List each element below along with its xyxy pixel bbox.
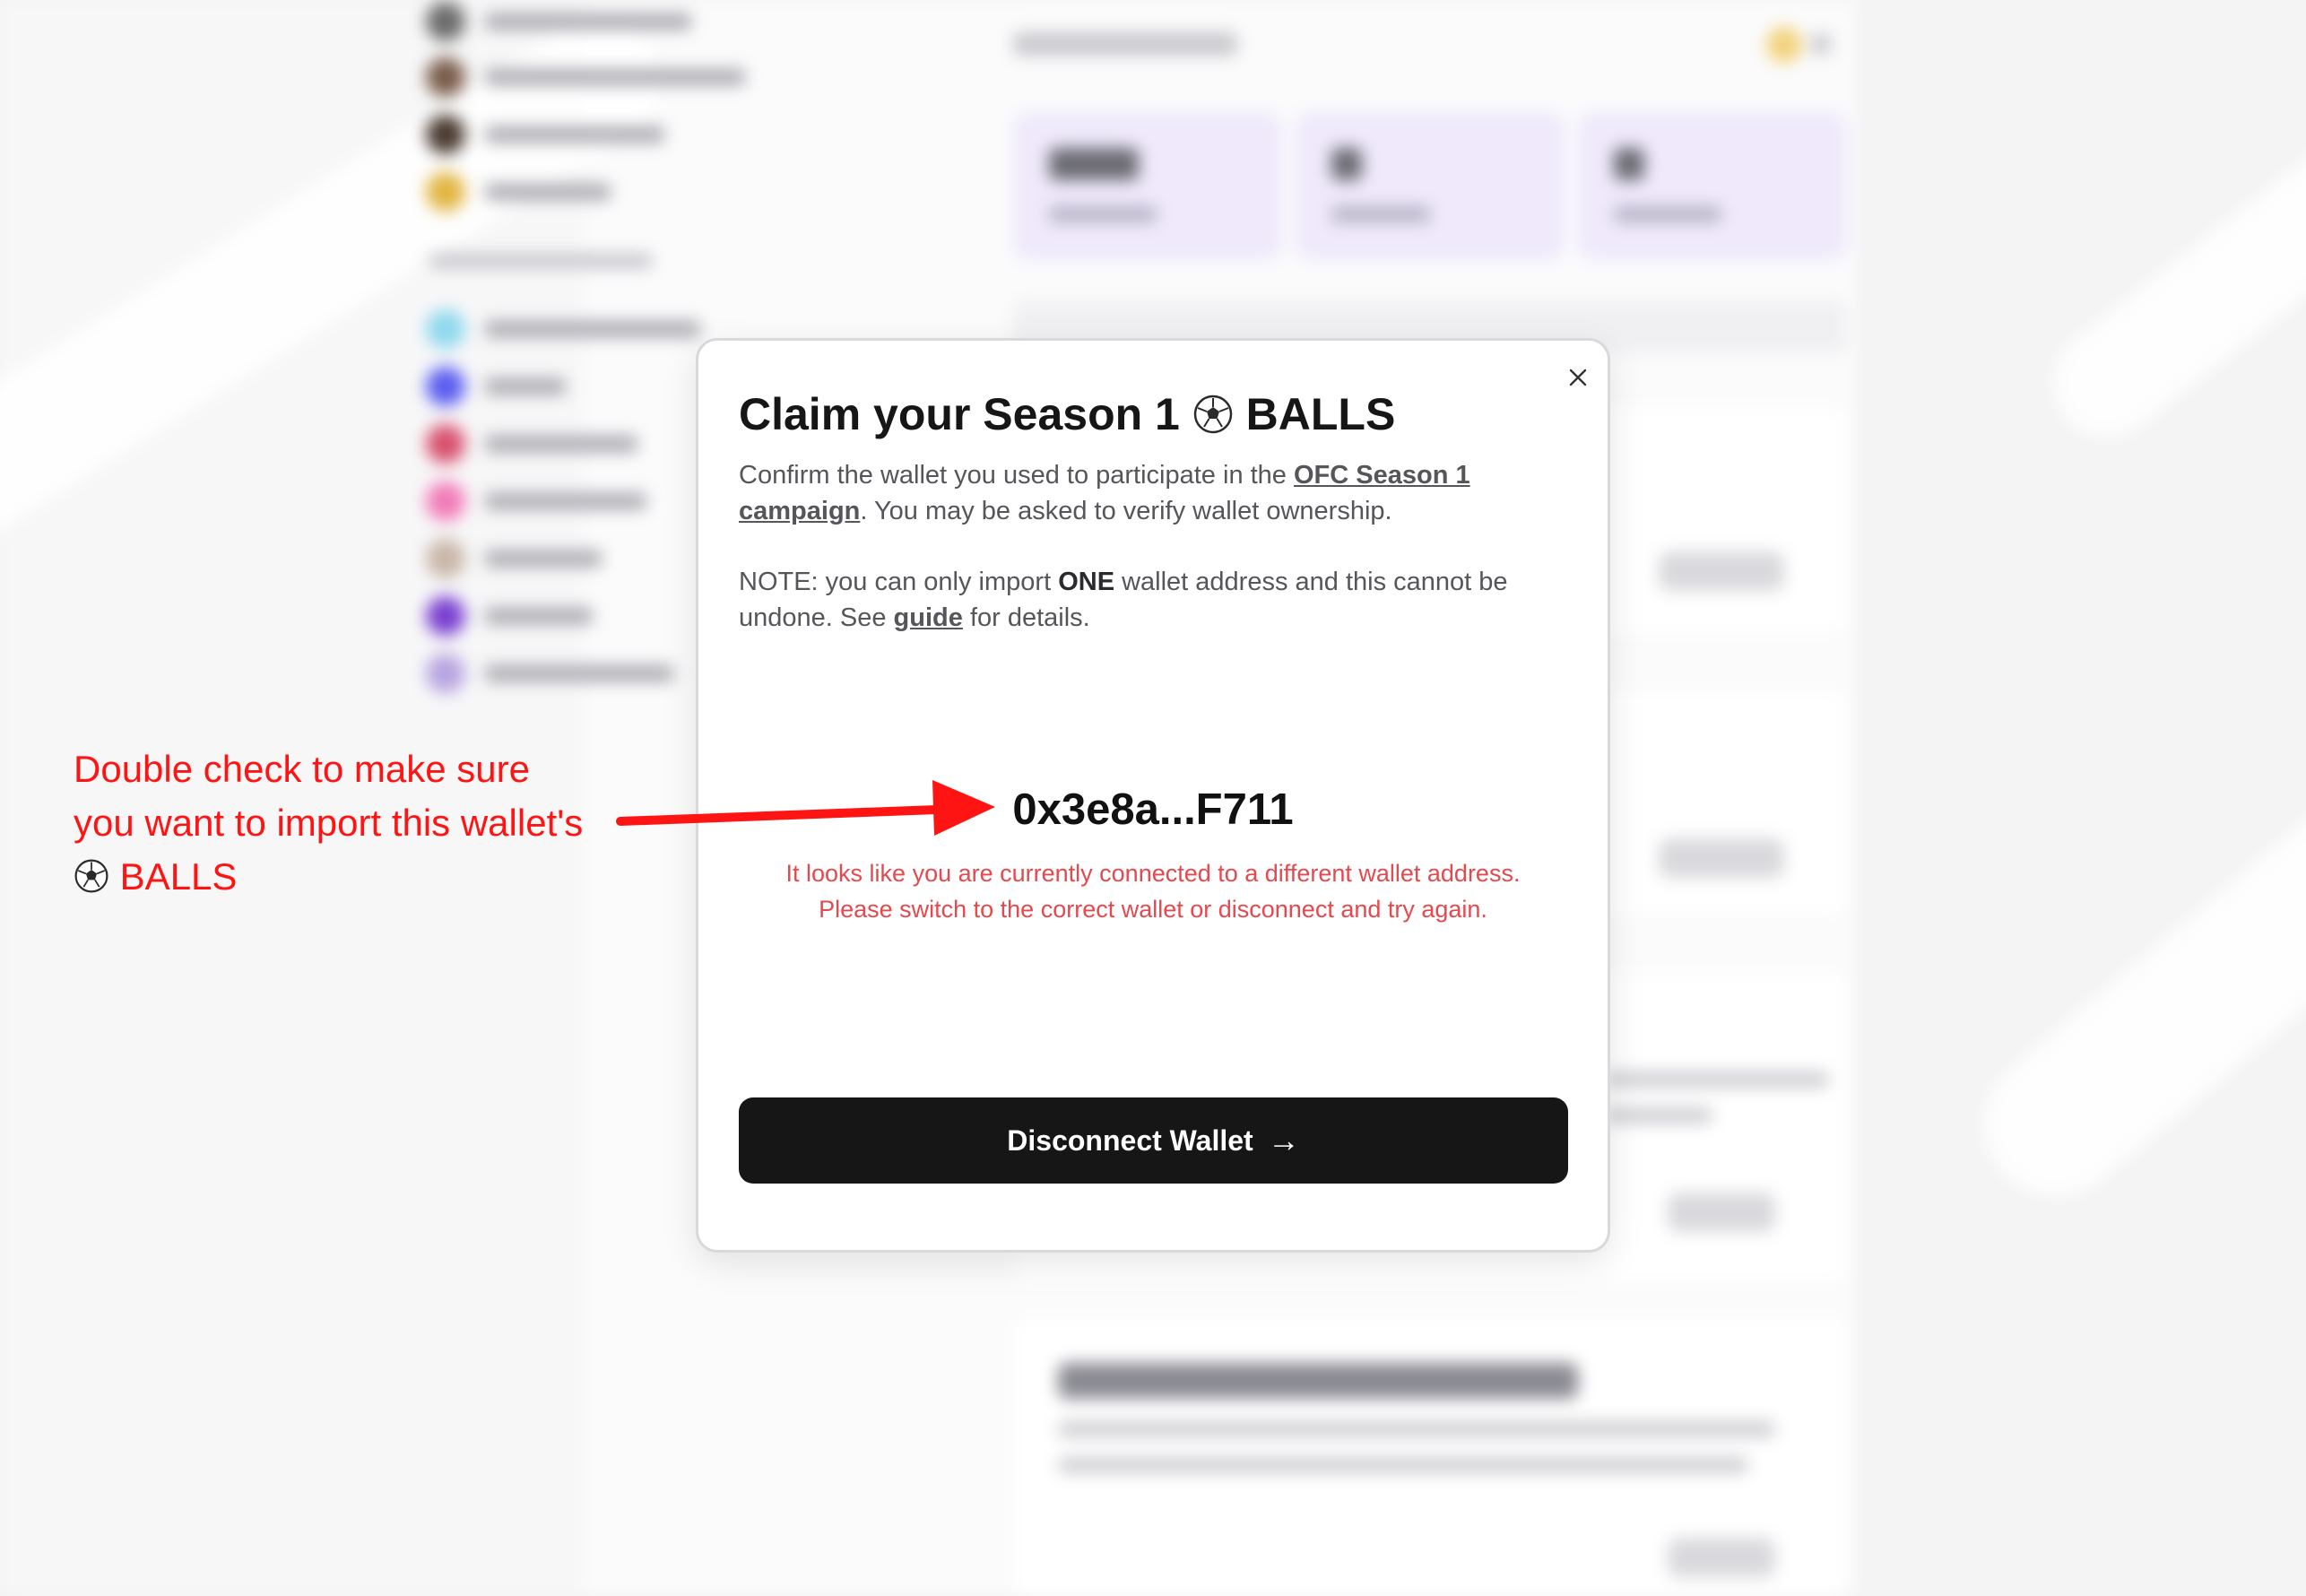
title-suffix: BALLS xyxy=(1245,389,1396,439)
bg-friend-row xyxy=(426,596,593,636)
bg-friend-row xyxy=(426,481,646,521)
modal-title: Claim your Season 1 BALLS xyxy=(739,386,1546,443)
note-emphasis: ONE xyxy=(1058,568,1115,596)
bg-top-icon xyxy=(1766,27,1802,63)
bg-friend-row xyxy=(426,654,673,693)
guide-link[interactable]: guide xyxy=(894,603,963,632)
wallet-mismatch-warning: It looks like you are currently connecte… xyxy=(725,855,1581,927)
bg-friend-row xyxy=(426,115,664,154)
annotation-arrow-icon xyxy=(616,780,995,836)
note-suffix: for details. xyxy=(962,603,1090,632)
bg-top-icon xyxy=(1811,34,1831,54)
bg-friend-row xyxy=(426,539,602,578)
bg-friend-row xyxy=(426,309,700,349)
bg-friend-row xyxy=(426,367,566,406)
bg-friend-row xyxy=(426,57,745,97)
bg-stat-card xyxy=(1296,112,1565,260)
intro-text-end: . You may be asked to verify wallet owne… xyxy=(860,497,1392,525)
bg-stat-card xyxy=(1013,112,1282,260)
annotation-line-1: Double check to make sure xyxy=(74,748,530,790)
arrow-right-icon: → xyxy=(1267,1122,1300,1158)
bg-decoration xyxy=(2032,97,2306,459)
disconnect-wallet-button[interactable]: Disconnect Wallet → xyxy=(739,1097,1568,1184)
title-prefix: Claim your Season 1 xyxy=(739,389,1180,439)
warning-line-2: Please switch to the correct wallet or d… xyxy=(819,896,1487,923)
close-icon xyxy=(1569,369,1587,386)
bg-stat-card xyxy=(1578,112,1847,260)
intro-text: Confirm the wallet you used to participa… xyxy=(739,457,1564,529)
intro-text-start: Confirm the wallet you used to participa… xyxy=(739,461,1294,490)
warning-line-1: It looks like you are currently connecte… xyxy=(785,860,1521,887)
soccer-ball-icon xyxy=(74,859,108,893)
annotation-line-3: BALLS xyxy=(119,855,238,898)
annotation-text: Double check to make sure you want to im… xyxy=(74,742,647,904)
close-button[interactable] xyxy=(1559,359,1597,396)
bg-friend-row xyxy=(426,172,611,212)
bg-decoration xyxy=(1955,711,2306,1226)
soccer-ball-icon xyxy=(1193,395,1233,434)
bg-topbar-title xyxy=(1013,32,1237,56)
annotation-line-2: you want to import this wallet's xyxy=(74,802,584,844)
bg-friend-row xyxy=(426,2,691,41)
bg-section-label xyxy=(429,254,653,268)
bg-card xyxy=(1013,1318,1847,1596)
note-prefix: NOTE: you can only import xyxy=(739,568,1059,596)
note-text: NOTE: you can only import ONE wallet add… xyxy=(739,564,1564,636)
disconnect-wallet-label: Disconnect Wallet xyxy=(1007,1123,1253,1157)
bg-friend-row xyxy=(426,424,637,464)
